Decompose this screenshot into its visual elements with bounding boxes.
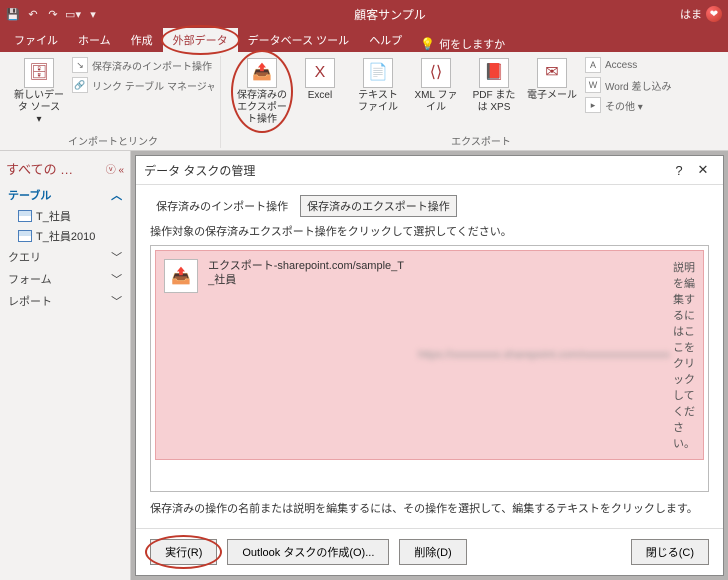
saved-imports-button[interactable]: ↘保存済みのインポート操作 xyxy=(70,56,214,74)
tab-saved-exports[interactable]: 保存済みのエクスポート操作 xyxy=(300,195,457,217)
manage-data-tasks-dialog: データ タスクの管理 ? ✕ 保存済みのインポート操作 保存済みのエクスポート操… xyxy=(135,155,724,576)
group-export: 📤 保存済みの エクスポート操作 XExcel 📄テキスト ファイル ⟨⟩XML… xyxy=(229,56,728,148)
datasource-icon: 🗄 xyxy=(24,58,54,88)
export-item-icon: 📤 xyxy=(164,259,198,293)
chevron-down-icon: ﹀ xyxy=(111,271,122,287)
saved-exports-button[interactable]: 📤 保存済みの エクスポート操作 xyxy=(235,56,289,131)
save-icon[interactable]: 💾 xyxy=(6,7,20,21)
chevron-down-icon: ﹀ xyxy=(111,293,122,309)
nav-title[interactable]: すべての … ⓥ « xyxy=(4,157,126,180)
chevron-up-icon: ︿ xyxy=(111,187,122,203)
nav-section-tables[interactable]: テーブル︿ xyxy=(4,184,126,206)
chevron-down-icon: ﹀ xyxy=(111,249,122,265)
dialog-buttons: 実行(R) Outlook タスクの作成(O)... 削除(D) 閉じる(C) xyxy=(136,528,723,575)
blurred-path: https://xxxxxxxxx.sharepoint.com/xxxxxxx… xyxy=(418,349,670,361)
more-icon: ▸ xyxy=(585,97,601,113)
list-item-desc[interactable]: https://xxxxxxxxx.sharepoint.com/xxxxxxx… xyxy=(418,259,695,451)
saved-exports-label: 保存済みの エクスポート操作 xyxy=(237,90,287,126)
export-saved-icon: 📤 xyxy=(247,58,277,88)
nav-section-forms[interactable]: フォーム﹀ xyxy=(4,268,126,290)
dialog-title: データ タスクの管理 xyxy=(144,162,255,179)
tab-file[interactable]: ファイル xyxy=(4,28,68,52)
group-import-link: 🗄 新しいデータ ソース ▾ ↘保存済みのインポート操作 🔗リンク テーブル マ… xyxy=(6,56,221,148)
user-area[interactable]: はま ❤ xyxy=(680,6,722,22)
tab-home[interactable]: ホーム xyxy=(68,28,121,52)
outlook-task-button[interactable]: Outlook タスクの作成(O)... xyxy=(227,539,389,565)
bulb-icon: 💡 xyxy=(420,37,435,51)
xml-icon: ⟨⟩ xyxy=(421,58,451,88)
nav-item-table-1[interactable]: T_社員 xyxy=(4,206,126,226)
nav-section-queries[interactable]: クエリ﹀ xyxy=(4,246,126,268)
group-import-label: インポートとリンク xyxy=(68,133,158,148)
dialog-footnote: 保存済みの操作の名前または説明を編集するには、その操作を選択して、編集するテキス… xyxy=(150,498,709,518)
tab-help[interactable]: ヘルプ xyxy=(359,28,412,52)
dialog-tabs: 保存済みのインポート操作 保存済みのエクスポート操作 xyxy=(150,195,709,217)
pdf-icon: 📕 xyxy=(479,58,509,88)
linked-table-mgr-button[interactable]: 🔗リンク テーブル マネージャー xyxy=(70,76,214,94)
navigation-pane: すべての … ⓥ « テーブル︿ T_社員 T_社員2010 クエリ﹀ フォーム… xyxy=(0,151,131,580)
table-icon xyxy=(18,230,32,242)
link-icon: 🔗 xyxy=(72,77,88,93)
list-item[interactable]: 📤 エクスポート-sharepoint.com/sample_T_社員 http… xyxy=(155,250,704,460)
tab-saved-imports[interactable]: 保存済みのインポート操作 xyxy=(150,196,294,216)
ribbon-tabs: ファイル ホーム 作成 外部データ データベース ツール ヘルプ 💡 何をします… xyxy=(0,28,728,52)
export-text-button[interactable]: 📄テキスト ファイル xyxy=(351,56,405,131)
ribbon: 🗄 新しいデータ ソース ▾ ↘保存済みのインポート操作 🔗リンク テーブル マ… xyxy=(0,52,728,151)
tab-db-tools[interactable]: データベース ツール xyxy=(238,28,360,52)
tab-external-data[interactable]: 外部データ xyxy=(163,28,238,52)
close-dialog-button[interactable]: 閉じる(C) xyxy=(631,539,709,565)
tell-me-label: 何をしますか xyxy=(439,36,505,52)
dialog-titlebar: データ タスクの管理 ? ✕ xyxy=(136,156,723,185)
group-export-label: エクスポート xyxy=(451,133,511,148)
help-button[interactable]: ? xyxy=(667,163,691,178)
title-bar: 💾 ↶ ↷ ▭▾ ▾ 顧客サンプル はま ❤ xyxy=(0,0,728,28)
dialog-instruction: 操作対象の保存済みエクスポート操作をクリックして選択してください。 xyxy=(150,223,709,239)
excel-icon: X xyxy=(305,58,335,88)
folder-icon[interactable]: ▭▾ xyxy=(66,7,80,21)
export-word-button[interactable]: WWord 差し込み xyxy=(583,76,727,94)
new-datasource-button[interactable]: 🗄 新しいデータ ソース ▾ xyxy=(12,56,66,131)
export-more-button[interactable]: ▸その他 ▾ xyxy=(583,96,727,114)
tab-create[interactable]: 作成 xyxy=(121,28,163,52)
table-icon xyxy=(18,210,32,222)
window-title: 顧客サンプル xyxy=(106,6,674,23)
qat-customize-icon[interactable]: ▾ xyxy=(86,7,100,21)
nav-item-table-2[interactable]: T_社員2010 xyxy=(4,226,126,246)
new-datasource-label: 新しいデータ ソース ▾ xyxy=(14,90,64,126)
word-icon: W xyxy=(585,77,601,93)
export-email-button[interactable]: ✉電子メール xyxy=(525,56,579,131)
quick-access-toolbar: 💾 ↶ ↷ ▭▾ ▾ xyxy=(6,7,100,21)
delete-button[interactable]: 削除(D) xyxy=(399,539,466,565)
export-pdf-button[interactable]: 📕PDF または XPS xyxy=(467,56,521,131)
close-button[interactable]: ✕ xyxy=(691,162,715,178)
content-area: データ タスクの管理 ? ✕ 保存済みのインポート操作 保存済みのエクスポート操… xyxy=(131,151,728,580)
nav-collapse-icon[interactable]: ⓥ « xyxy=(106,161,124,176)
user-avatar-icon: ❤ xyxy=(706,6,722,22)
export-access-button[interactable]: AAccess xyxy=(583,56,727,74)
export-xml-button[interactable]: ⟨⟩XML ファイル xyxy=(409,56,463,131)
redo-icon[interactable]: ↷ xyxy=(46,7,60,21)
text-icon: 📄 xyxy=(363,58,393,88)
access-icon: A xyxy=(585,57,601,73)
undo-icon[interactable]: ↶ xyxy=(26,7,40,21)
email-icon: ✉ xyxy=(537,58,567,88)
list-item-name: エクスポート-sharepoint.com/sample_T_社員 xyxy=(208,259,408,451)
import-icon: ↘ xyxy=(72,57,88,73)
saved-ops-list[interactable]: 📤 エクスポート-sharepoint.com/sample_T_社員 http… xyxy=(150,245,709,492)
export-excel-button[interactable]: XExcel xyxy=(293,56,347,131)
tell-me[interactable]: 💡 何をしますか xyxy=(420,36,505,52)
user-name: はま xyxy=(680,6,702,22)
run-button[interactable]: 実行(R) xyxy=(150,539,217,565)
nav-section-reports[interactable]: レポート﹀ xyxy=(4,290,126,312)
